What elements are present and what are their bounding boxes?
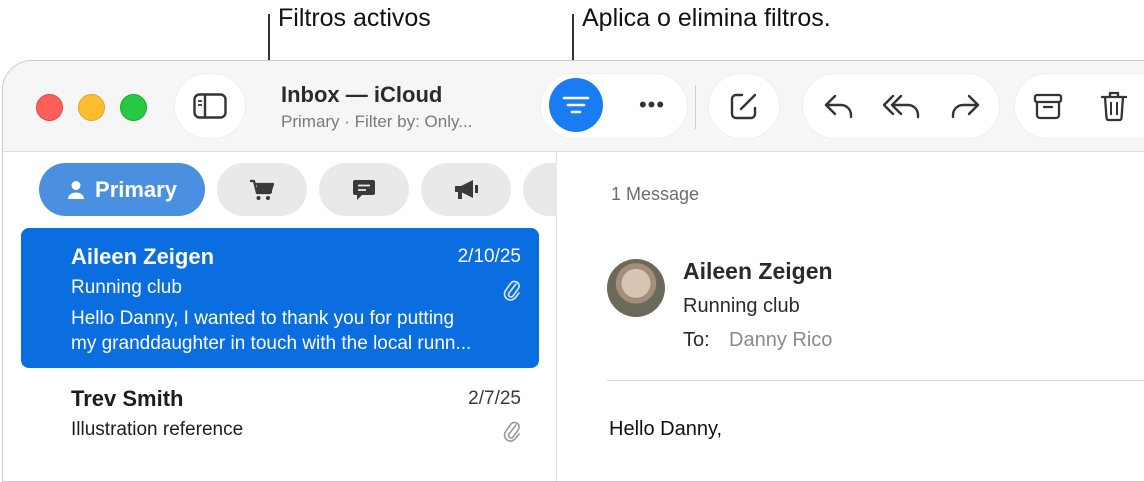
reading-pane: 1 Message Aileen Zeigen Running club To:… (557, 152, 1144, 481)
close-window-button[interactable] (36, 94, 63, 121)
message-sender: Aileen Zeigen (71, 244, 215, 269)
archive-icon (1033, 93, 1063, 120)
reply-all-button[interactable] (871, 74, 933, 138)
callout-active-filters: Filtros activos (278, 4, 431, 32)
message-list-pane: Primary Aileen Zeigen 2/10/25 Running cl… (3, 152, 583, 481)
message-date: 2/7/25 (468, 388, 521, 409)
category-tab-updates[interactable] (319, 163, 409, 216)
message-sender: Trev Smith (71, 386, 184, 411)
compose-icon (730, 93, 757, 120)
archive-button[interactable] (1019, 74, 1077, 138)
person-icon (68, 180, 85, 199)
trash-button[interactable] (1085, 74, 1143, 138)
toolbar: Inbox — iCloud Primary · Filter by: Only… (3, 61, 1144, 152)
more-button[interactable]: ••• (627, 85, 677, 125)
message-preview-line-2: my granddaughter in touch with the local… (71, 333, 472, 354)
category-tab-primary[interactable]: Primary (39, 163, 205, 216)
filter-button[interactable] (549, 78, 603, 132)
header-divider (607, 380, 1144, 381)
category-tab-primary-label: Primary (95, 176, 177, 202)
mailbox-title: Inbox — iCloud (281, 82, 443, 107)
callout-apply-remove-filters: Aplica o elimina filtros. (582, 4, 831, 32)
message-subject: Running club (71, 277, 182, 298)
reply-button[interactable] (811, 74, 867, 138)
message-preview-line-1: Hello Danny, I wanted to thank you for p… (71, 308, 455, 329)
toolbar-divider (695, 85, 696, 129)
reading-subject: Running club (683, 295, 800, 317)
compose-button[interactable] (709, 74, 779, 138)
minimize-window-button[interactable] (78, 94, 105, 121)
to-label: To: (683, 329, 710, 351)
reply-all-icon (882, 94, 920, 119)
trash-icon (1100, 91, 1128, 122)
megaphone-icon (455, 179, 478, 199)
paperclip-icon (503, 421, 520, 442)
sidebar-icon (193, 93, 227, 119)
paperclip-icon (503, 280, 520, 301)
message-preview: Hello Danny, I wanted to thank you for p… (71, 306, 521, 356)
filter-icon (562, 96, 590, 114)
recipient-name[interactable]: Danny Rico (729, 329, 832, 352)
zoom-window-button[interactable] (120, 94, 147, 121)
sidebar-toggle-button[interactable] (175, 74, 245, 138)
message-row[interactable]: Trev Smith 2/7/25 Illustration reference (21, 374, 539, 481)
message-subject: Illustration reference (71, 419, 244, 440)
reply-icon (824, 94, 853, 119)
cart-icon (250, 179, 275, 200)
mail-window: Inbox — iCloud Primary · Filter by: Only… (2, 60, 1144, 482)
category-tab-transactions[interactable] (217, 163, 307, 216)
avatar (607, 259, 665, 317)
message-row[interactable]: Aileen Zeigen 2/10/25 Running club Hello… (21, 228, 539, 368)
message-bubble-icon (353, 179, 375, 200)
category-tab-promotions[interactable] (421, 163, 511, 216)
active-filters-subtitle: Primary · Filter by: Only... (281, 112, 473, 131)
message-body-greeting: Hello Danny, (609, 418, 723, 440)
message-date: 2/10/25 (457, 246, 521, 267)
message-count: 1 Message (611, 184, 700, 204)
reading-sender: Aileen Zeigen (683, 258, 833, 284)
forward-icon (951, 94, 980, 119)
forward-button[interactable] (937, 74, 993, 138)
